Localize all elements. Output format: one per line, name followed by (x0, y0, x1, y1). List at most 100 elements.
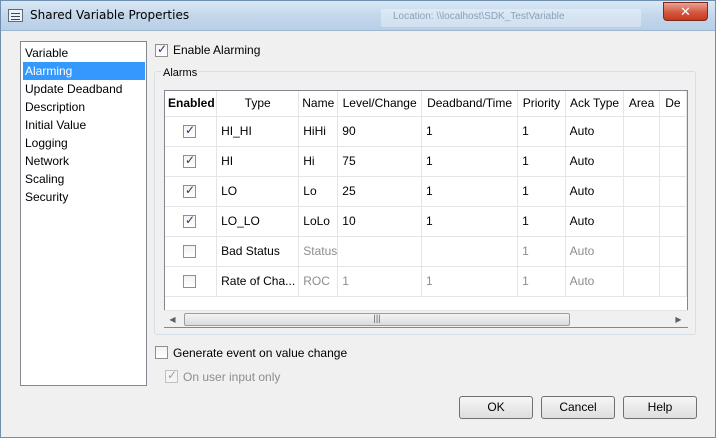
column-header[interactable]: Level/Change (337, 91, 422, 117)
category-list[interactable]: Variable Alarming Update Deadband Descripti… (20, 41, 147, 386)
cell-deadband[interactable] (421, 236, 519, 267)
row-enabled-checkbox[interactable] (183, 183, 196, 198)
column-header[interactable]: Ack Type (565, 91, 625, 117)
category-item[interactable]: Alarming (23, 62, 145, 80)
cell-priority[interactable]: 1 (517, 176, 566, 207)
cell-ack[interactable]: Auto (565, 266, 625, 297)
user-input-only-label: On user input only (183, 370, 281, 384)
category-item[interactable]: Network (23, 152, 145, 170)
cell-priority[interactable]: 1 (517, 236, 566, 267)
cell-level[interactable] (337, 236, 422, 267)
cell-deadband[interactable]: 1 (421, 206, 519, 237)
title-bar[interactable]: Shared Variable Properties Location: \\l… (1, 1, 715, 31)
background-window-caption: Location: \\localhost\SDK_TestVariable (381, 9, 641, 27)
cell-priority[interactable]: 1 (517, 116, 566, 147)
cell-type[interactable]: LO (216, 176, 300, 207)
cell-deadband[interactable]: 1 (421, 146, 519, 177)
cell-name[interactable]: Hi (298, 146, 339, 177)
cell-deadband[interactable]: 1 (421, 176, 519, 207)
cell-type[interactable]: HI (216, 146, 300, 177)
category-item[interactable]: Initial Value (23, 116, 145, 134)
close-button[interactable]: ✕ (663, 2, 708, 21)
enable-alarming-label[interactable]: Enable Alarming (173, 43, 260, 57)
cell-ack[interactable]: Auto (565, 176, 625, 207)
table-row[interactable]: HI_HIHiHi9011Auto (165, 116, 687, 147)
cell-area[interactable] (623, 176, 660, 207)
row-enabled-checkbox[interactable] (183, 244, 196, 258)
column-header[interactable]: De (659, 91, 687, 117)
user-input-only-checkbox[interactable] (165, 368, 178, 383)
cell-level[interactable]: 1 (337, 266, 422, 297)
cell-desc[interactable] (659, 266, 687, 297)
enable-alarming-checkbox[interactable] (155, 42, 168, 57)
cell-desc[interactable] (659, 206, 687, 237)
row-enabled-checkbox[interactable] (183, 274, 196, 288)
cell-priority[interactable]: 1 (517, 206, 566, 237)
enabled-cell (165, 236, 218, 267)
help-button[interactable]: Help (623, 396, 697, 419)
column-header[interactable]: Enabled (165, 91, 218, 117)
column-header[interactable]: Deadband/Time (421, 91, 519, 117)
cell-desc[interactable] (659, 146, 687, 177)
scroll-left-arrow-icon[interactable]: ◀ (164, 311, 181, 328)
enabled-cell (165, 116, 218, 147)
generate-event-label[interactable]: Generate event on value change (173, 346, 347, 360)
cell-type[interactable]: HI_HI (216, 116, 300, 147)
cell-area[interactable] (623, 266, 660, 297)
horizontal-scrollbar[interactable]: ◀ ||| ▶ (164, 310, 688, 327)
cell-type[interactable]: Bad Status (216, 236, 300, 267)
cell-level[interactable]: 75 (337, 146, 422, 177)
table-row[interactable]: LOLo2511Auto (165, 176, 687, 207)
cell-priority[interactable]: 1 (517, 146, 566, 177)
column-header[interactable]: Area (623, 91, 660, 117)
table-row[interactable]: LO_LOLoLo1011Auto (165, 206, 687, 237)
scrollbar-thumb[interactable]: ||| (184, 313, 570, 326)
table-row[interactable]: HIHi7511Auto (165, 146, 687, 177)
category-item[interactable]: Scaling (23, 170, 145, 188)
cell-area[interactable] (623, 206, 660, 237)
cell-priority[interactable]: 1 (517, 266, 566, 297)
cell-name[interactable]: ROC (298, 266, 339, 297)
cell-name[interactable]: Lo (298, 176, 339, 207)
column-header[interactable]: Type (216, 91, 300, 117)
cell-deadband[interactable]: 1 (421, 266, 519, 297)
cell-desc[interactable] (659, 116, 687, 147)
row-enabled-checkbox[interactable] (183, 153, 196, 168)
cell-level[interactable]: 90 (337, 116, 422, 147)
cell-level[interactable]: 25 (337, 176, 422, 207)
table-row[interactable]: Bad Status Status 1 Auto (165, 236, 687, 267)
category-item[interactable]: Update Deadband (23, 80, 145, 98)
enabled-cell (165, 146, 218, 177)
column-header[interactable]: Name (298, 91, 339, 117)
ok-button[interactable]: OK (459, 396, 533, 419)
category-item[interactable]: Logging (23, 134, 145, 152)
category-item[interactable]: Variable (23, 44, 145, 62)
cell-name[interactable]: Status (298, 236, 339, 267)
column-header[interactable]: Priority (517, 91, 566, 117)
category-item[interactable]: Description (23, 98, 145, 116)
cell-area[interactable] (623, 116, 660, 147)
cell-level[interactable]: 10 (337, 206, 422, 237)
alarms-table[interactable]: Enabled Type Name Level/Change Deadband/Time… (164, 90, 688, 328)
cell-ack[interactable]: Auto (565, 236, 625, 267)
cell-desc[interactable] (659, 176, 687, 207)
cell-ack[interactable]: Auto (565, 206, 625, 237)
cell-area[interactable] (623, 236, 660, 267)
cell-deadband[interactable]: 1 (421, 116, 519, 147)
cell-type[interactable]: Rate of Cha... (216, 266, 300, 297)
scroll-right-arrow-icon[interactable]: ▶ (670, 311, 687, 328)
cell-area[interactable] (623, 146, 660, 177)
row-enabled-checkbox[interactable] (183, 213, 196, 228)
cell-name[interactable]: HiHi (298, 116, 339, 147)
cell-type[interactable]: LO_LO (216, 206, 300, 237)
cancel-button[interactable]: Cancel (541, 396, 615, 419)
cell-name[interactable]: LoLo (298, 206, 339, 237)
generate-event-checkbox[interactable] (155, 346, 168, 359)
category-item[interactable]: Security (23, 188, 145, 206)
table-row[interactable]: Rate of Cha... ROC 1 1 1 Auto (165, 266, 687, 297)
enabled-cell (165, 266, 218, 297)
row-enabled-checkbox[interactable] (183, 123, 196, 138)
cell-ack[interactable]: Auto (565, 116, 625, 147)
cell-ack[interactable]: Auto (565, 146, 625, 177)
cell-desc[interactable] (659, 236, 687, 267)
